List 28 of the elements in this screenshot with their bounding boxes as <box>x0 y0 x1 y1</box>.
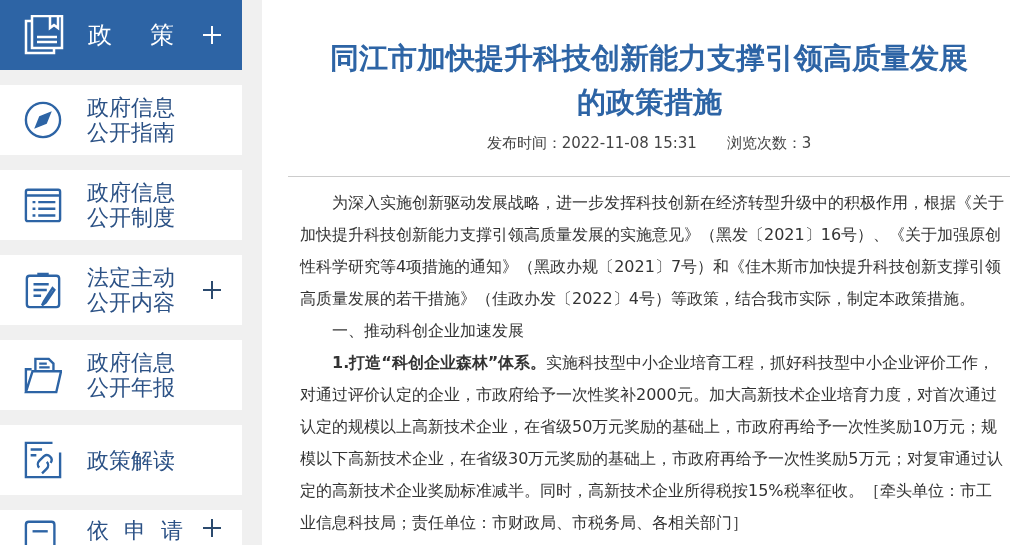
article-paragraph: 为深入实施创新驱动发展战略，进一步发挥科技创新在经济转型升级中的积极作用，根据《关于加快提升科技创新能力支撑引领高质量发展的实施意见》（黑发〔2021〕16号）、《关于加强原创性科学研究等4项措施的通知》（黑政办规〔2021〕7号）和《佳木斯市加快提升科技创新支撑引领高质量发展的若干措施》（佳政办发〔2022〕4号）等政策，结合我市实际，制定本政策措施。 <box>298 192 1005 310</box>
sidebar-item-label: 政府信息 公开指南 <box>87 95 176 145</box>
plus-icon[interactable] <box>202 280 222 300</box>
list-icon <box>24 186 62 224</box>
sidebar-item[interactable]: 政府信息 公开指南 <box>0 85 242 155</box>
plus-icon[interactable] <box>202 518 222 538</box>
compass-icon <box>24 101 62 139</box>
folder-icon <box>24 356 62 394</box>
sidebar-item-label: 政府信息 公开年报 <box>87 350 176 400</box>
sidebar-item-label: 政府信息 公开制度 <box>87 180 176 230</box>
view-count: 浏览次数：3 <box>726 134 812 153</box>
publish-time: 发布时间：2022-11-08 15:31 <box>486 134 697 153</box>
sidebar-item[interactable]: 政府信息 公开制度 <box>0 170 242 240</box>
sidebar-item[interactable]: 政策解读 <box>0 425 242 495</box>
sidebar-item[interactable]: 政府信息 公开年报 <box>0 340 242 410</box>
sidebar-item-label: 政策解读 <box>87 447 176 473</box>
clipboard-icon <box>24 271 62 309</box>
article-title: 同江市加快提升科技创新能力支撑引领高质量发展的政策措施 <box>329 40 969 121</box>
article-paragraph: 1.打造“科创企业森林”体系。实施科技型中小企业培育工程，抓好科技型中小企业评价工作，对通过评价认定的企业，市政府给予一次性奖补2000元。加大高新技术企业培育力度，对首次通过认定的规模以上高新技术企业，在省级50万元奖励的基础上，市政府再给予一次性奖励10万元；规模以下高新技术企业，在省级30万元奖励的基础上，市政府再给予一次性奖励5万元；对复审通过认定的高新技术企业奖励标准减半。同时，高新技术企业所得税按15%税率征收。［牵头单位：市工业信息科技局；责任单位：市财政局、市税务局、各相关部门］ <box>299 352 1004 534</box>
sidebar-item[interactable]: 法定主动 公开内容 <box>0 255 242 325</box>
article-paragraph: 一、推动科创企业加速发展 <box>331 320 525 342</box>
link-icon <box>24 441 62 479</box>
sidebar-item-label: 法定主动 公开内容 <box>87 265 176 315</box>
sidebar-header[interactable]: 政 策 <box>0 0 242 70</box>
book-icon <box>24 15 64 55</box>
sidebar-header-label: 政 策 <box>88 20 175 51</box>
sidebar-item[interactable]: 依 申 请 <box>0 510 242 545</box>
sidebar-item-label: 依 申 请 <box>87 518 184 543</box>
